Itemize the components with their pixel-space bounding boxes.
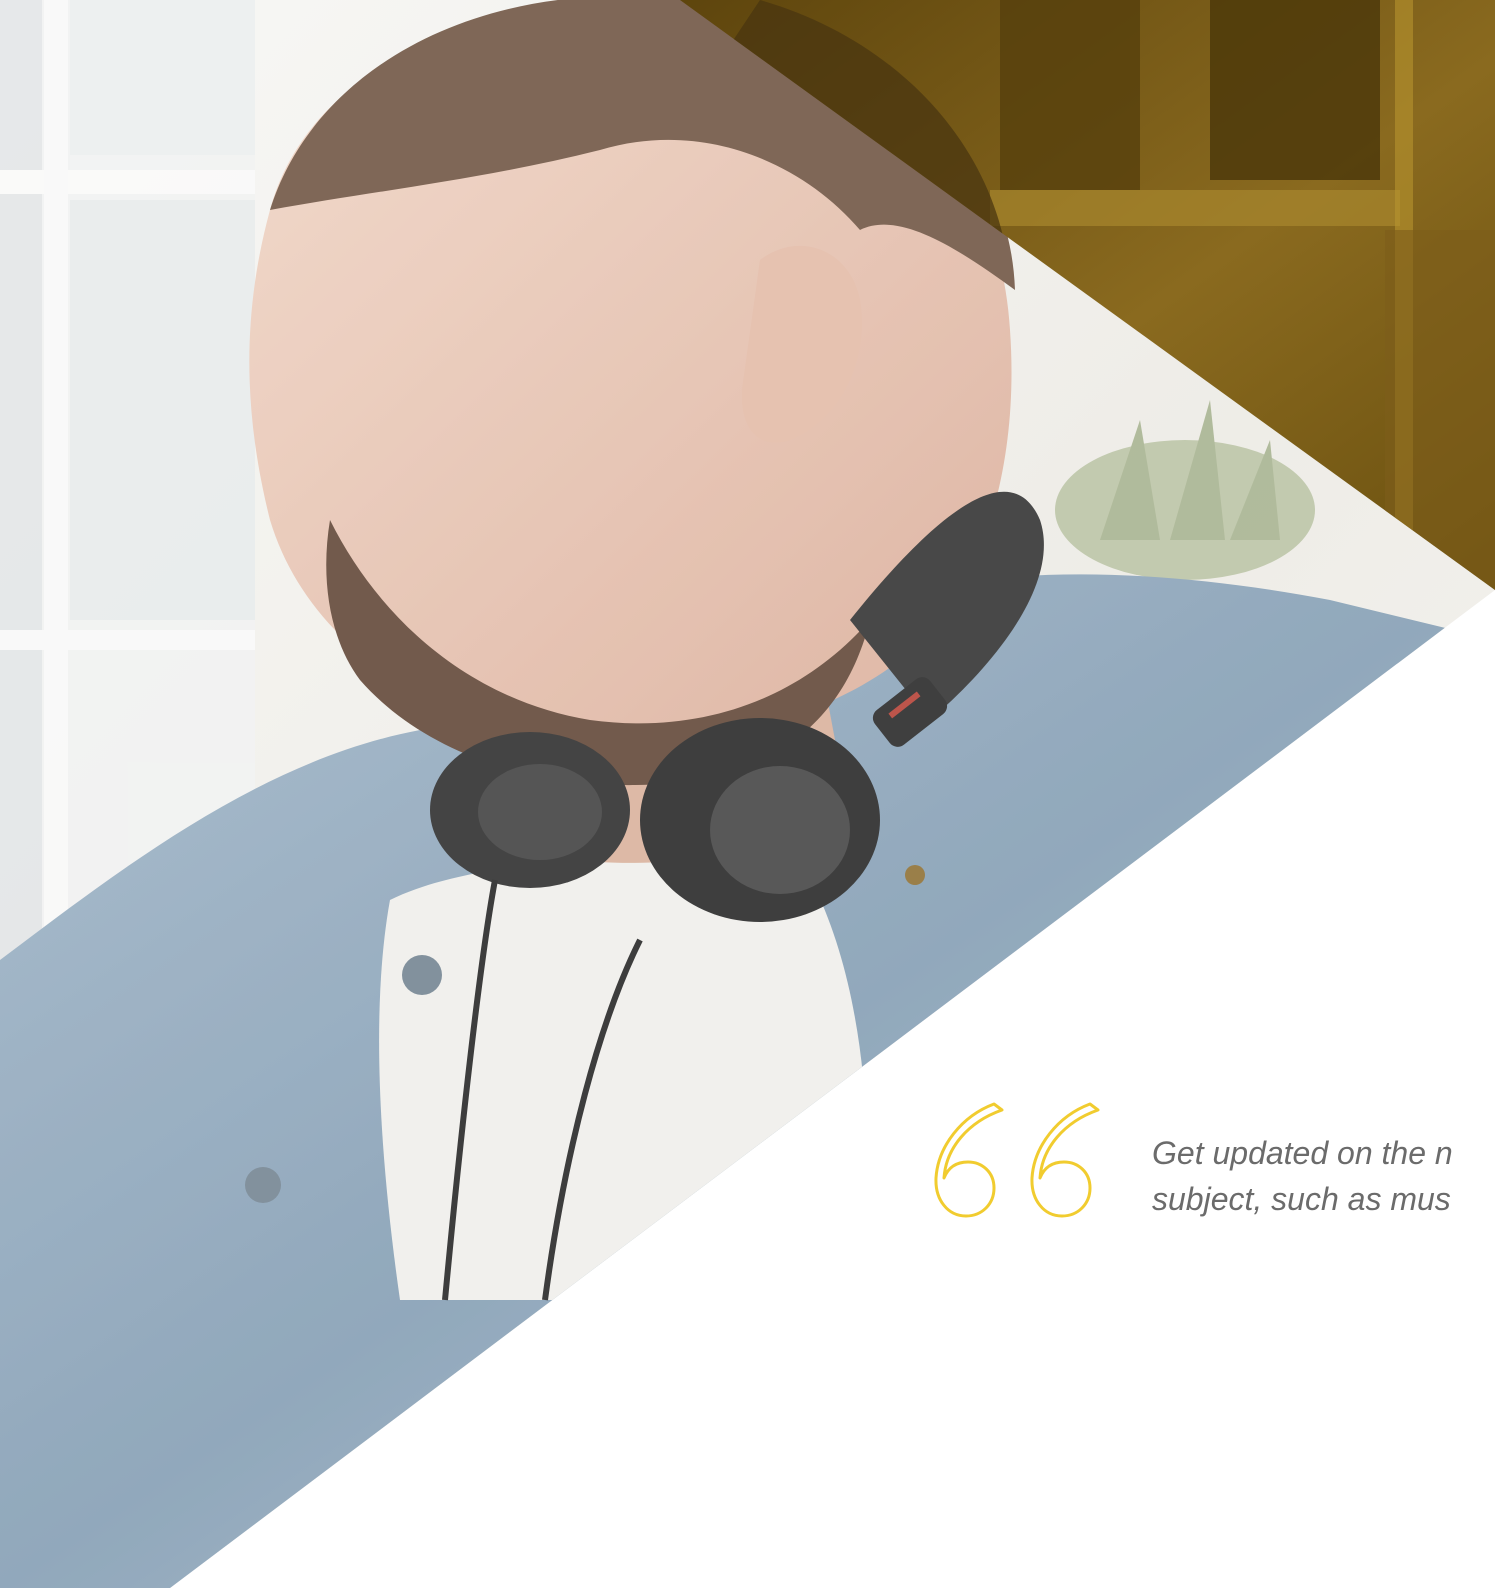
hero-section: Get updated on the n subject, such as mu…: [0, 0, 1495, 1588]
hero-photo: [0, 0, 1495, 1588]
quote-open-icon: [934, 1102, 1100, 1218]
quote-text: Get updated on the n subject, such as mu…: [1152, 1135, 1453, 1217]
